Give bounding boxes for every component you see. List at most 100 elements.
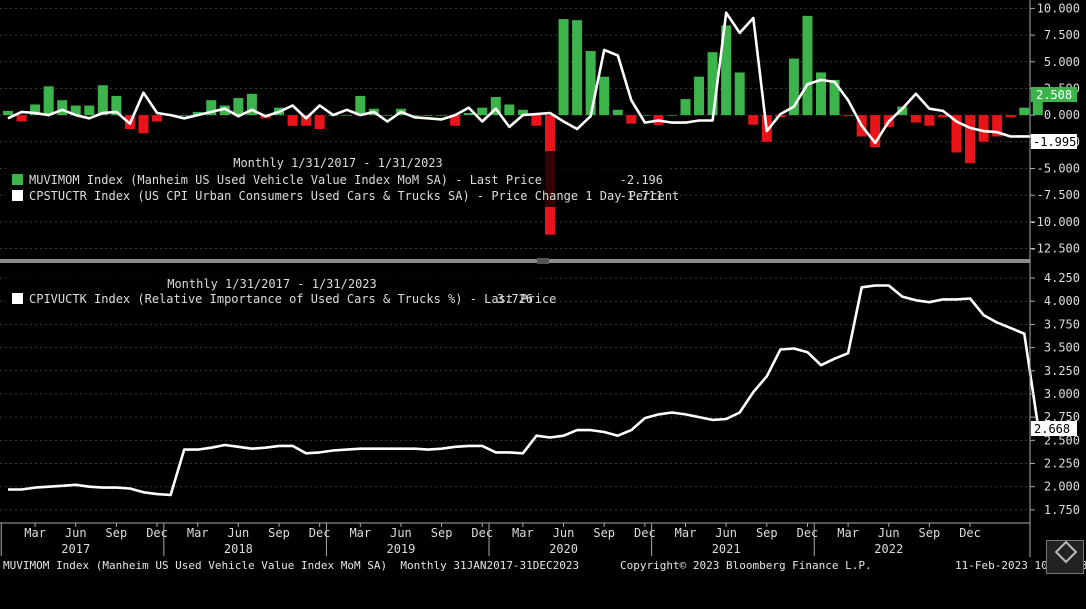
muvimom-bar bbox=[57, 100, 68, 116]
muvimom-bar bbox=[97, 85, 108, 116]
x-year-label: 2018 bbox=[224, 542, 253, 556]
top-y-tick-label: -5.000 bbox=[1037, 161, 1080, 175]
bottom-y-tick-label: 3.250 bbox=[1044, 364, 1080, 378]
top-y-tick-label: -10.000 bbox=[1029, 215, 1080, 229]
x-month-label: Sep bbox=[431, 526, 453, 540]
x-month-label: Sep bbox=[919, 526, 941, 540]
muvimom-bar bbox=[937, 115, 948, 118]
footer-copyright: Copyright© 2023 Bloomberg Finance L.P. bbox=[620, 559, 872, 572]
top-y-tick-label: -7.500 bbox=[1037, 188, 1080, 202]
x-year-label: 2020 bbox=[549, 542, 578, 556]
muvimom-bar bbox=[16, 115, 27, 122]
x-month-label: Dec bbox=[309, 526, 331, 540]
muvimom-bar bbox=[572, 20, 583, 116]
top-y-tick-label: 5.000 bbox=[1044, 55, 1080, 69]
bottom-y-tick-label: 3.750 bbox=[1044, 317, 1080, 331]
legend-label-muvimom: MUVIMOM Index (Manheim US Used Vehicle V… bbox=[29, 173, 542, 187]
muvimom-bar bbox=[978, 115, 989, 142]
bottom-y-tick-label: 2.000 bbox=[1044, 480, 1080, 494]
chart-footer: MUVIMOM Index (Manheim US Used Vehicle V… bbox=[0, 557, 1086, 574]
bottom-legend: Monthly 1/31/2017 - 1/31/2023 CPIVUCTK I… bbox=[6, 273, 556, 313]
panel-divider-bar[interactable] bbox=[0, 259, 1030, 263]
x-month-label: Dec bbox=[959, 526, 981, 540]
legend-value-cpivuctk: 3.726 bbox=[497, 292, 533, 306]
muvimom-bar bbox=[924, 115, 935, 126]
muvimom-bar bbox=[910, 115, 921, 123]
top-y-tick-label: 7.500 bbox=[1044, 28, 1080, 42]
legend-label-cpivuctk: CPIVUCTK Index (Relative Importance of U… bbox=[29, 292, 556, 306]
muvimom-bar bbox=[3, 110, 13, 116]
bottom-y-tick-label: 1.750 bbox=[1044, 503, 1080, 517]
muvimom-bar bbox=[382, 115, 393, 116]
bloomberg-logo bbox=[1046, 540, 1084, 574]
x-month-label: Jun bbox=[553, 526, 575, 540]
muvimom-bar bbox=[84, 105, 95, 116]
muvimom-bar bbox=[436, 115, 447, 116]
x-month-label: Dec bbox=[471, 526, 493, 540]
x-month-label: Mar bbox=[187, 526, 209, 540]
footer-series-info: MUVIMOM Index (Manheim US Used Vehicle V… bbox=[3, 559, 580, 572]
muvimom-bar bbox=[599, 76, 610, 116]
x-month-label: Sep bbox=[756, 526, 778, 540]
muvimom-bar bbox=[680, 99, 691, 116]
muvimom-bar bbox=[612, 109, 623, 116]
x-month-label: Dec bbox=[797, 526, 819, 540]
top-y-tick-label: 10.000 bbox=[1037, 1, 1080, 15]
bottom-y-tick-label: 4.000 bbox=[1044, 294, 1080, 308]
muvimom-bar bbox=[748, 115, 759, 125]
x-month-label: Mar bbox=[512, 526, 534, 540]
legend-value-muvimom: -2.196 bbox=[620, 173, 663, 187]
muvimom-bar bbox=[666, 115, 677, 116]
x-month-label: Jun bbox=[65, 526, 87, 540]
muvimom-bar bbox=[504, 104, 515, 116]
muvimom-bar bbox=[694, 76, 705, 116]
x-month-label: Dec bbox=[634, 526, 656, 540]
legend-swatch-cpivuctk bbox=[12, 293, 23, 304]
top-legend: Monthly 1/31/2017 - 1/31/2023 MUVIMOM In… bbox=[6, 151, 679, 207]
x-month-label: Jun bbox=[715, 526, 737, 540]
x-year-label: 2019 bbox=[386, 542, 415, 556]
top-legend-header: Monthly 1/31/2017 - 1/31/2023 bbox=[233, 156, 443, 170]
logo-mark-icon bbox=[1054, 540, 1078, 564]
bloomberg-chart: 10.0007.5005.0002.5000.000-2.500-5.000-7… bbox=[0, 0, 1086, 574]
muvimom-bar bbox=[423, 115, 434, 116]
muvimom-bar bbox=[463, 112, 474, 116]
muvimom-bar bbox=[287, 115, 298, 126]
legend-swatch-muvimom bbox=[12, 174, 23, 185]
muvimom-bar bbox=[734, 72, 745, 116]
muvimom-bar bbox=[1005, 115, 1016, 118]
x-month-label: Dec bbox=[146, 526, 168, 540]
muvimom-bar bbox=[558, 19, 569, 116]
muvimom-bar bbox=[43, 86, 54, 116]
x-month-label: Sep bbox=[593, 526, 615, 540]
top-y-tick-label: -12.500 bbox=[1029, 242, 1080, 256]
x-month-label: Mar bbox=[24, 526, 46, 540]
x-month-label: Sep bbox=[268, 526, 290, 540]
bottom-y-tick-label: 3.000 bbox=[1044, 387, 1080, 401]
x-month-label: Mar bbox=[837, 526, 859, 540]
last-label-cpstuctr: -1.995 bbox=[1033, 135, 1076, 149]
x-year-label: 2021 bbox=[712, 542, 741, 556]
bottom-y-tick-label: 2.250 bbox=[1044, 457, 1080, 471]
muvimom-bar bbox=[152, 115, 163, 122]
x-month-label: Jun bbox=[878, 526, 900, 540]
muvimom-bar bbox=[802, 15, 813, 116]
x-month-label: Jun bbox=[228, 526, 250, 540]
muvimom-bar bbox=[477, 107, 488, 116]
top-y-tick-label: 0.000 bbox=[1044, 108, 1080, 122]
x-month-label: Mar bbox=[349, 526, 371, 540]
muvimom-bar bbox=[626, 115, 637, 124]
muvimom-bar bbox=[1019, 107, 1030, 116]
x-month-label: Mar bbox=[675, 526, 697, 540]
last-label-cpivuctk: 2.668 bbox=[1034, 422, 1070, 436]
bottom-last-labels: 2.668 bbox=[1031, 421, 1077, 436]
x-month-label: Jun bbox=[390, 526, 412, 540]
muvimom-bar bbox=[843, 115, 854, 117]
muvimom-bar bbox=[355, 95, 366, 116]
muvimom-bar bbox=[179, 115, 190, 116]
muvimom-bar bbox=[341, 115, 352, 116]
x-year-label: 2017 bbox=[61, 542, 90, 556]
panel-divider-handle[interactable] bbox=[537, 258, 549, 264]
x-month-label: Sep bbox=[106, 526, 128, 540]
muvimom-bar bbox=[138, 115, 149, 134]
